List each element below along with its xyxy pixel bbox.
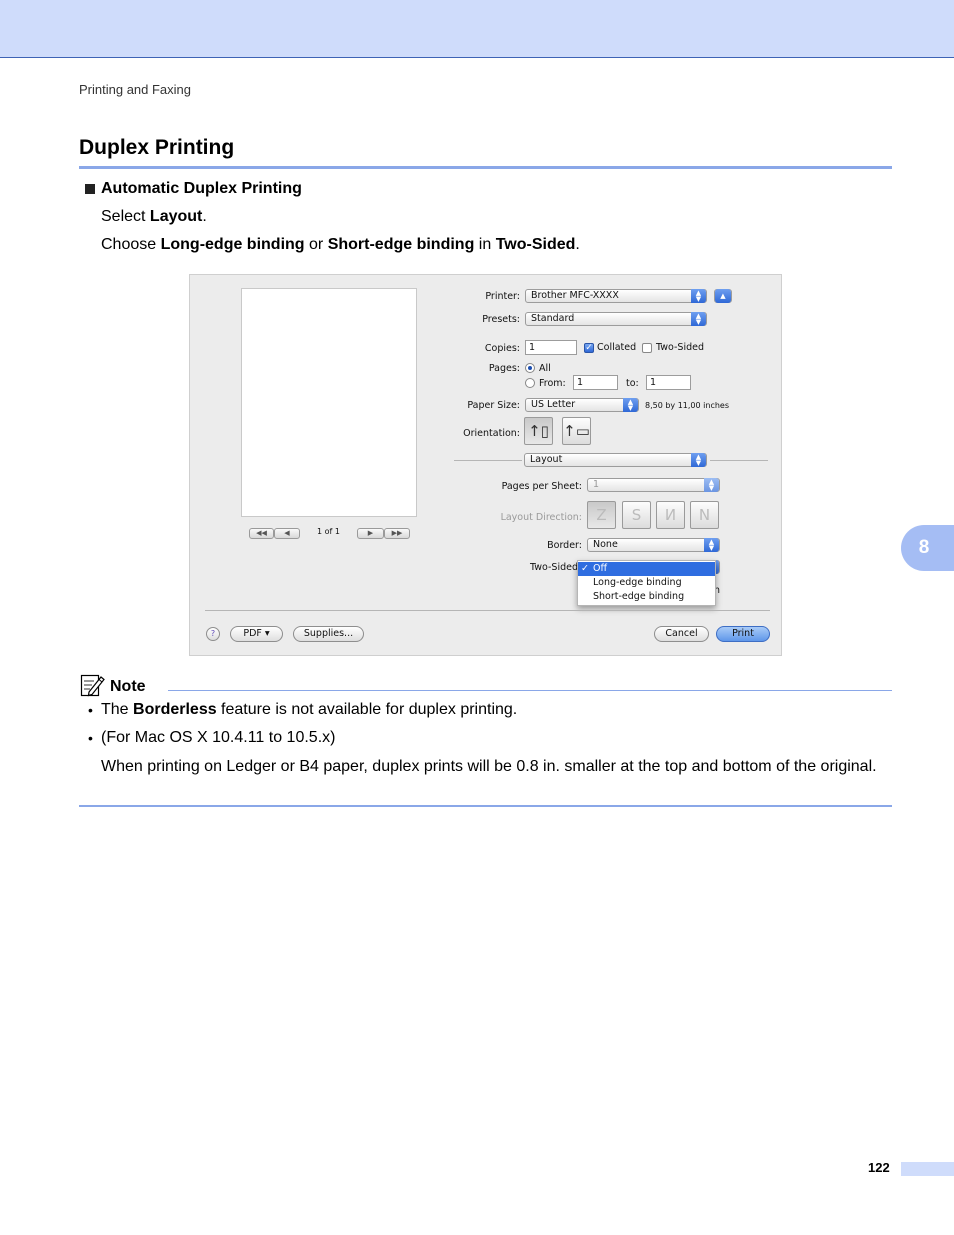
checkmark-icon: ✓: [581, 563, 589, 574]
pages-per-sheet-label: Pages per Sheet:: [501, 481, 582, 492]
border-select[interactable]: None ▲ ▼: [587, 538, 720, 552]
collapse-details-button[interactable]: ▲: [714, 289, 732, 303]
pages-all-label: All: [539, 363, 551, 374]
note-mac-os: (For Mac OS X 10.4.11 to 10.5.x): [101, 729, 336, 746]
paper-dimensions: 8,50 by 11,00 inches: [645, 401, 730, 410]
cancel-button[interactable]: Cancel: [654, 626, 709, 642]
note-bullet-icon: •: [88, 730, 93, 746]
orientation-label: Orientation:: [463, 428, 520, 439]
step-select-layout: Select Layout.: [101, 208, 207, 225]
paper-size-label: Paper Size:: [467, 400, 520, 411]
page-title: Duplex Printing: [79, 136, 235, 159]
help-button[interactable]: ?: [206, 627, 220, 641]
collated-checkbox[interactable]: ✓: [584, 343, 594, 353]
note-end-rule: [79, 805, 892, 807]
menu-item-off[interactable]: ✓ Off: [578, 562, 715, 576]
two-sided-checkbox-label: Two-Sided: [656, 342, 704, 353]
note-pencil-icon: [80, 674, 105, 697]
menu-item-long-edge-binding[interactable]: Long-edge binding: [578, 576, 715, 590]
disclosure-up-icon: ▲: [715, 289, 731, 303]
note-bullet-icon: •: [88, 702, 93, 718]
pages-from-field[interactable]: 1: [573, 375, 618, 390]
header-band: [0, 0, 954, 58]
panel-separator: [710, 460, 768, 461]
stepper-arrows-icon: ▲▼: [704, 538, 719, 552]
portrait-orientation-icon[interactable]: ↑▯: [524, 417, 553, 445]
menu-item-short-edge-binding[interactable]: Short-edge binding: [578, 590, 715, 604]
two-sided-menu: ✓ Off Long-edge binding Short-edge bindin…: [577, 560, 716, 606]
subsection-title: Automatic Duplex Printing: [101, 180, 302, 197]
n-direction-icon[interactable]: N: [690, 501, 719, 529]
stepper-arrows-icon: ▲▼: [691, 312, 706, 326]
border-label: Border:: [547, 540, 582, 551]
pages-label: Pages:: [488, 363, 520, 374]
pages-from-radio[interactable]: [525, 378, 535, 388]
two-sided-checkbox[interactable]: [642, 343, 652, 353]
pdf-button[interactable]: PDF ▾: [230, 626, 283, 642]
pages-all-radio[interactable]: [525, 363, 535, 373]
footer-separator: [205, 610, 770, 611]
collated-label: Collated: [597, 342, 637, 353]
pages-to-field[interactable]: 1: [646, 375, 691, 390]
note-borderless: The Borderless feature is not available …: [101, 701, 518, 718]
chapter-tab: 8: [901, 525, 954, 571]
two-sided-label: Two-Sided: [530, 562, 578, 573]
landscape-orientation-icon[interactable]: ↑▭: [562, 417, 591, 445]
page-number: 122: [868, 1160, 890, 1175]
note-title: Note: [110, 678, 146, 695]
note-rule: [168, 690, 892, 691]
next-page-button[interactable]: ▶: [357, 528, 384, 539]
footer-band: [901, 1162, 954, 1176]
pages-from-label: From:: [539, 378, 566, 389]
prev-page-button[interactable]: ◀: [274, 528, 300, 539]
preview-page-indicator: 1 of 1: [317, 527, 340, 536]
layout-direction-label: Layout Direction:: [500, 512, 582, 523]
printer-select[interactable]: Brother MFC-XXXX ▲ ▼: [525, 289, 707, 303]
paper-size-select[interactable]: US Letter ▲ ▼: [525, 398, 639, 412]
step-choose-binding: Choose Long-edge binding or Short-edge b…: [101, 236, 580, 253]
s-direction-icon[interactable]: S: [622, 501, 651, 529]
printer-label: Printer:: [485, 291, 520, 302]
page-preview: [241, 288, 417, 517]
note-ledger-b4: When printing on Ledger or B4 paper, dup…: [101, 758, 877, 775]
first-page-button[interactable]: ◀◀: [249, 528, 274, 539]
copies-field[interactable]: 1: [525, 340, 577, 355]
presets-select[interactable]: Standard ▲ ▼: [525, 312, 707, 326]
print-dialog: ◀◀ ◀ 1 of 1 ▶ ▶▶ Printer: Brother MFC-XX…: [189, 274, 782, 656]
panel-select[interactable]: Layout ▲ ▼: [524, 453, 707, 467]
z-direction-icon[interactable]: Z: [587, 501, 616, 529]
pages-to-label: to:: [626, 378, 639, 389]
copies-label: Copies:: [484, 343, 520, 354]
pages-per-sheet-select[interactable]: 1 ▲ ▼: [587, 478, 720, 492]
reverse-n-direction-icon[interactable]: И: [656, 501, 685, 529]
breadcrumb: Printing and Faxing: [79, 82, 192, 97]
presets-label: Presets:: [482, 314, 520, 325]
stepper-arrows-icon: ▲▼: [691, 453, 706, 467]
print-button[interactable]: Print: [716, 626, 770, 642]
stepper-arrows-icon: ▲▼: [691, 289, 706, 303]
stepper-arrows-icon: ▲▼: [623, 398, 638, 412]
stepper-arrows-icon: ▲▼: [704, 478, 719, 492]
panel-separator: [454, 460, 522, 461]
supplies-button[interactable]: Supplies...: [293, 626, 364, 642]
square-bullet-icon: [85, 184, 95, 194]
title-rule: [79, 166, 892, 169]
last-page-button[interactable]: ▶▶: [384, 528, 410, 539]
